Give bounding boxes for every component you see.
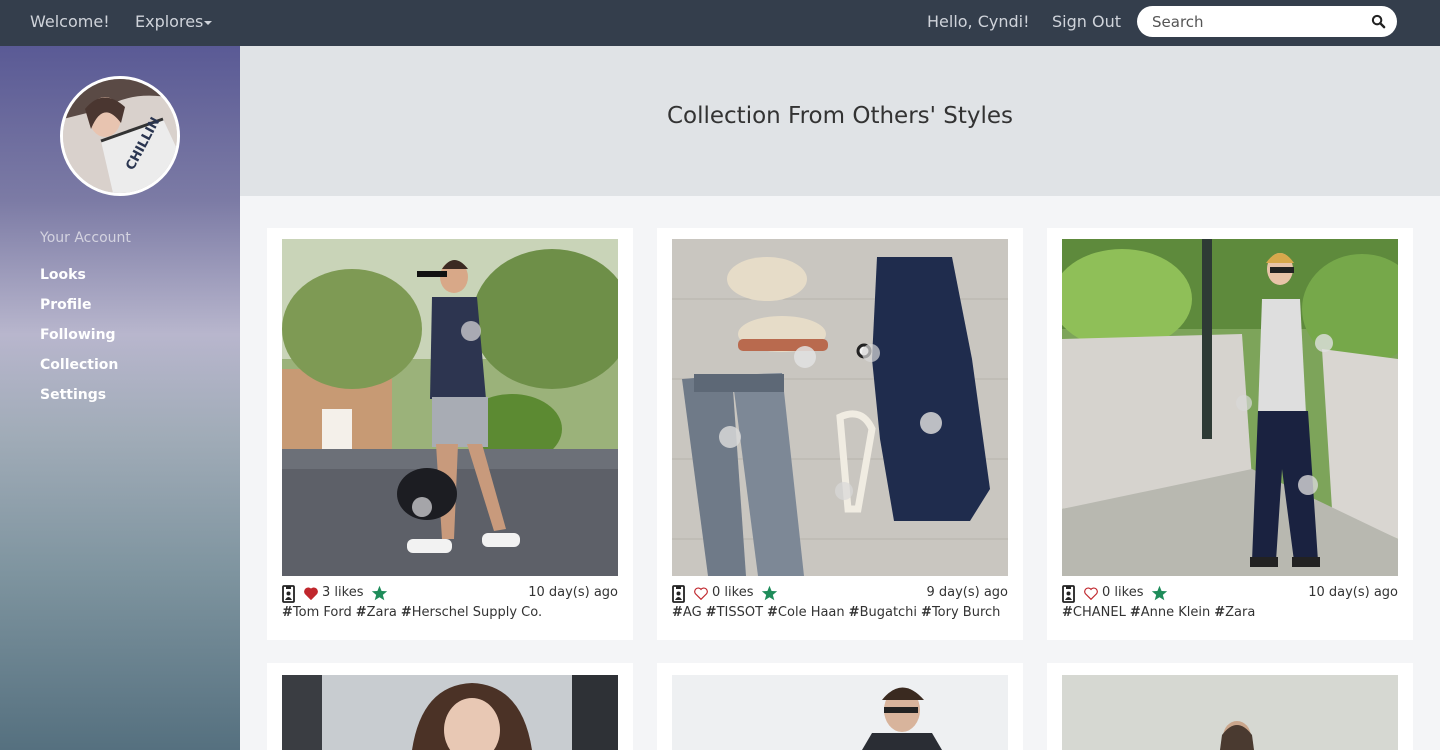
look-meta: 0 likes 9 day(s) ago [672,585,1008,603]
look-photo[interactable] [282,239,618,576]
likes-count: 0 likes [1102,585,1144,600]
brand-tag[interactable]: #Bugatchi [849,605,917,620]
look-card: 0 likes 9 day(s) ago #AG #TISSOT #Cole Haa… [657,228,1023,640]
sidebar-item-following[interactable]: Following [40,327,116,343]
look-card: 3 likes 10 day(s) ago #Tom Ford #Zara #Her… [267,228,633,640]
brand-tag-label: Tory Burch [931,605,1001,620]
brand-tag-label: Tom Ford [292,605,352,620]
brand-tag-label: Herschel Supply Co. [411,605,543,620]
sidebar-item-profile[interactable]: Profile [40,297,91,313]
top-navbar: Welcome! Explores Hello, Cyndi! Sign Out [0,0,1440,46]
posted-time: 10 day(s) ago [528,585,618,600]
brand-tag[interactable]: #Zara [356,605,397,620]
sidebar: CHILLIN Your Account Looks Profile Follo… [0,46,240,750]
hash-icon: # [1129,605,1141,620]
look-photo[interactable] [1062,675,1398,750]
posted-time: 10 day(s) ago [1308,585,1398,600]
brand-tag[interactable]: #CHANEL [1062,605,1126,620]
hash-icon: # [672,605,683,620]
likes-count: 3 likes [322,585,364,600]
nav-explores-dropdown[interactable]: Explores [135,0,213,46]
hash-icon: # [1062,605,1073,620]
star-icon[interactable] [761,585,778,601]
search-box [1137,6,1397,37]
hash-icon: # [1214,605,1226,620]
look-card [1047,663,1413,750]
look-meta: 3 likes 10 day(s) ago [282,585,618,603]
sidebar-item-collection[interactable]: Collection [40,357,118,373]
hash-icon: # [848,605,860,620]
nav-explores-label: Explores [135,12,204,31]
likes-count: 0 likes [712,585,754,600]
hash-icon: # [282,605,293,620]
look-photo[interactable] [672,675,1008,750]
hash-icon: # [921,605,932,620]
brand-tag[interactable]: #Tory Burch [921,605,1000,620]
profile-badge-icon[interactable] [1062,585,1075,603]
sidebar-heading: Your Account [40,230,131,246]
brand-tag-label: CHANEL [1072,605,1126,620]
look-meta: 0 likes 10 day(s) ago [1062,585,1398,603]
search-input[interactable] [1152,6,1362,37]
brand-tag-label: TISSOT [716,605,764,620]
profile-badge-icon[interactable] [282,585,295,603]
sidebar-item-settings[interactable]: Settings [40,387,106,403]
brand-tag-label: Cole Haan [777,605,845,620]
heart-icon[interactable] [694,587,708,600]
nav-welcome-link[interactable]: Welcome! [30,0,110,46]
brand-tags: #AG #TISSOT #Cole Haan #Bugatchi #Tory Burch [672,605,1008,620]
look-photo[interactable] [1062,239,1398,576]
brand-tag[interactable]: #Tom Ford [282,605,352,620]
brand-tag[interactable]: #Anne Klein [1130,605,1210,620]
look-card: 0 likes 10 day(s) ago #CHANEL #Anne Klein… [1047,228,1413,640]
posted-time: 9 day(s) ago [926,585,1008,600]
brand-tag[interactable]: #Zara [1214,605,1255,620]
avatar[interactable]: CHILLIN [60,76,180,196]
hash-icon: # [705,605,717,620]
brand-tag-label: Zara [366,605,397,620]
brand-tag-label: Zara [1225,605,1256,620]
brand-tag[interactable]: #AG [672,605,702,620]
heart-icon[interactable] [1084,587,1098,600]
sign-out-link[interactable]: Sign Out [1052,0,1121,46]
look-card [657,663,1023,750]
sidebar-item-looks[interactable]: Looks [40,267,86,283]
brand-tags: #Tom Ford #Zara #Herschel Supply Co. [282,605,618,620]
brand-tag[interactable]: #Cole Haan [767,605,845,620]
look-photo[interactable] [672,239,1008,576]
hash-icon: # [400,605,412,620]
profile-badge-icon[interactable] [672,585,685,603]
star-icon[interactable] [1151,585,1168,601]
star-icon[interactable] [371,585,388,601]
heart-icon[interactable] [304,587,318,600]
avatar-photo: CHILLIN [63,79,177,193]
brand-tag[interactable]: #Herschel Supply Co. [401,605,542,620]
brand-tags: #CHANEL #Anne Klein #Zara [1062,605,1398,620]
brand-tag[interactable]: #TISSOT [706,605,763,620]
page-title: Collection From Others' Styles [666,103,1014,129]
search-icon[interactable] [1371,14,1386,29]
brand-tag-label: AG [682,605,702,620]
hash-icon: # [767,605,778,620]
brand-tag-label: Anne Klein [1140,605,1211,620]
look-card [267,663,633,750]
look-photo[interactable] [282,675,618,750]
caret-down-icon [204,20,213,25]
hash-icon: # [355,605,367,620]
nav-greeting-link[interactable]: Hello, Cyndi! [927,0,1030,46]
page-header: Collection From Others' Styles [240,46,1440,196]
brand-tag-label: Bugatchi [859,605,918,620]
